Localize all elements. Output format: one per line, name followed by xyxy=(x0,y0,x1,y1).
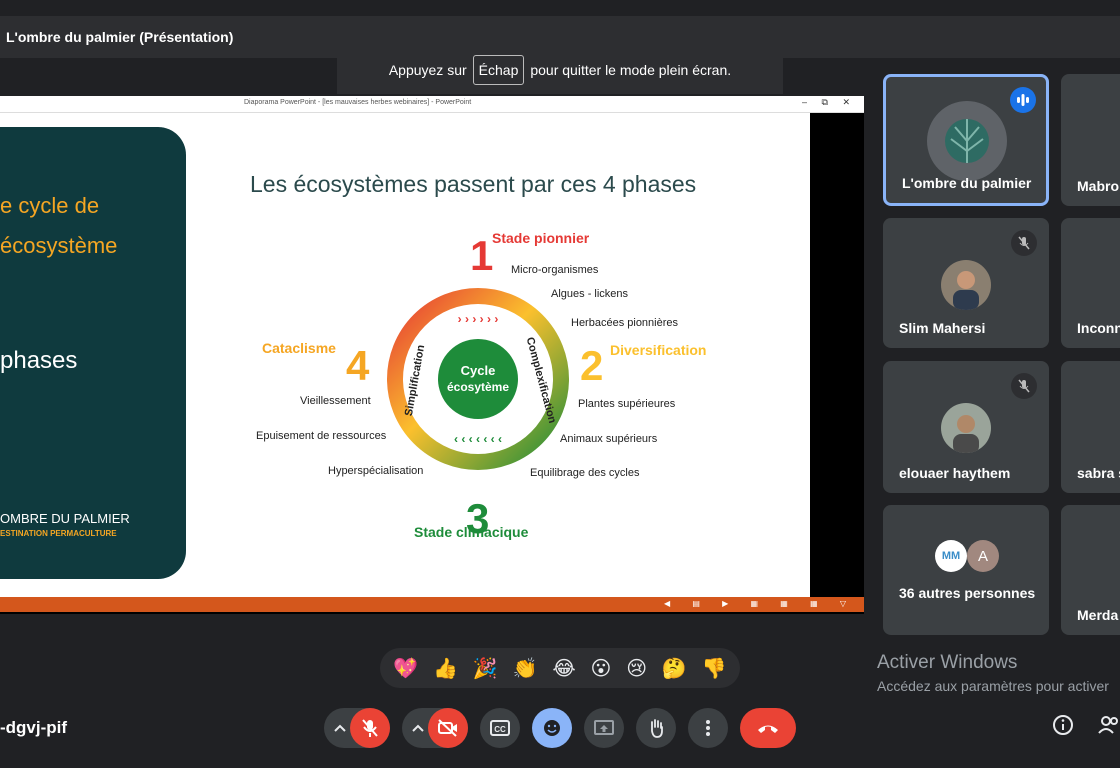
avatar-initial: A xyxy=(977,547,988,565)
speaking-icon xyxy=(1010,87,1036,113)
info-icon xyxy=(1053,715,1073,735)
captions-button[interactable]: CC xyxy=(480,708,520,748)
participant-tile[interactable]: Merda xyxy=(1061,505,1120,635)
phase4-number: 4 xyxy=(346,342,370,389)
more-vert-icon xyxy=(706,720,710,736)
participant-tile[interactable]: MM A 36 autres personnes xyxy=(883,505,1049,635)
watermark-title: Activer Windows xyxy=(877,652,1018,673)
participant-name: elouaer haythem xyxy=(899,465,1011,481)
phase4-item-2: Epuisement de ressources xyxy=(256,430,387,442)
reaction-thumbs-up[interactable]: 👍 xyxy=(433,656,458,681)
phase4-item-3: Hyperspécialisation xyxy=(328,465,423,477)
banner-text-after: pour quitter le mode plein écran. xyxy=(530,62,732,78)
svg-text:CC: CC xyxy=(494,725,506,734)
people-button[interactable] xyxy=(1098,714,1120,741)
participant-tile[interactable]: Slim Mahersi xyxy=(883,218,1049,348)
cycle-diagram: Cycle écosytème Simplification Complexif… xyxy=(256,230,706,542)
arrows-bottom: ‹ ‹ ‹ ‹ ‹ ‹ ‹ xyxy=(454,432,502,446)
participant-name: L'ombre du palmier xyxy=(902,175,1032,191)
participant-name: 36 autres personnes xyxy=(899,585,1036,601)
mic-off-icon xyxy=(1011,230,1037,256)
hang-up-icon xyxy=(758,725,778,733)
ppt-app-title: Diaporama PowerPoint - [les mauvaises he… xyxy=(244,99,472,106)
camera-toggle-button[interactable] xyxy=(428,708,468,748)
reaction-party[interactable]: 🎉 xyxy=(473,656,498,681)
reaction-heart[interactable]: 💖 xyxy=(393,656,418,681)
meeting-code: -dgvj-pif xyxy=(0,718,68,737)
palm-leaf-icon xyxy=(945,119,989,163)
avatar: A xyxy=(967,540,999,572)
raise-hand-button[interactable] xyxy=(636,708,676,748)
meeting-info-button[interactable] xyxy=(1052,714,1074,741)
escape-key-hint: Échap xyxy=(472,55,525,85)
phase2-number: 2 xyxy=(580,342,603,389)
phase4-label: Cataclisme xyxy=(262,340,336,356)
ppt-status-bar: ◀ ▤ ▶ ▦ ▦ ▦ ▽ xyxy=(0,597,864,612)
participant-name: sabra s xyxy=(1077,465,1120,481)
center-line-1: Cycle xyxy=(461,363,496,378)
presentation-title: L'ombre du palmier (Présentation) xyxy=(6,29,234,45)
emoji-icon xyxy=(544,720,560,736)
phase2-item-2: Animaux supérieurs xyxy=(560,433,658,445)
participant-tile[interactable]: sabra s xyxy=(1061,361,1120,493)
avatar-logo-text: MM xyxy=(941,550,961,562)
participant-name: Merda xyxy=(1077,607,1119,623)
reaction-laugh[interactable]: 😂 xyxy=(552,656,575,681)
participant-tile[interactable]: Inconn xyxy=(1061,218,1120,348)
leave-call-button[interactable] xyxy=(740,708,796,748)
camera-options-chevron-icon[interactable] xyxy=(412,721,424,735)
participant-name: Inconn xyxy=(1077,320,1120,336)
phase1-number: 1 xyxy=(470,232,493,279)
avatar xyxy=(927,101,1007,181)
mic-toggle-button[interactable] xyxy=(350,708,390,748)
present-button[interactable] xyxy=(584,708,624,748)
people-icon xyxy=(1098,716,1118,734)
participant-tile[interactable]: L'ombre du palmier xyxy=(883,74,1049,206)
phase1-item-1: Micro-organismes xyxy=(511,264,599,276)
hand-icon xyxy=(651,719,663,738)
reaction-thumbs-down[interactable]: 👎 xyxy=(702,656,727,681)
ppt-status-icons[interactable]: ◀ ▤ ▶ ▦ ▦ ▦ ▽ xyxy=(664,599,856,608)
avatar xyxy=(941,260,991,310)
phase2-item-3: Equilibrage des cycles xyxy=(530,467,640,479)
mic-off-icon xyxy=(362,719,378,737)
reaction-surprised[interactable]: 😮 xyxy=(591,656,612,681)
mic-off-icon xyxy=(1011,373,1037,399)
reaction-clap[interactable]: 👏 xyxy=(513,656,538,681)
phase4-item-1: Vieillessement xyxy=(300,395,371,407)
center-line-2: écosytème xyxy=(447,380,509,394)
watermark-subtitle: Accédez aux paramètres pour activer xyxy=(877,678,1109,694)
phase1-label: Stade pionnier xyxy=(492,230,590,246)
ppt-window-controls: – ⧉ ✕ xyxy=(802,97,856,107)
banner-text-before: Appuyez sur xyxy=(388,62,467,78)
avatar xyxy=(941,403,991,453)
fullscreen-banner: Appuyez sur Échap pour quitter le mode p… xyxy=(337,46,783,94)
shared-screen: Diaporama PowerPoint - [les mauvaises he… xyxy=(0,96,864,614)
phase2-label: Diversification xyxy=(610,342,706,358)
participant-tile[interactable]: elouaer haythem xyxy=(883,361,1049,493)
windows-activation-watermark: Activer Windows Accédez aux paramètres p… xyxy=(877,652,1109,694)
reactions-bar: 💖 👍 🎉 👏 😂 😮 😢 🤔 👎 xyxy=(380,648,740,688)
cycle-center xyxy=(438,339,518,419)
slide: e cycle de écosystème phases OMBRE DU PA… xyxy=(0,113,810,597)
ppt-titlebar: Diaporama PowerPoint - [les mauvaises he… xyxy=(0,96,864,113)
top-strip xyxy=(0,0,1120,16)
participant-tile[interactable]: Mabro xyxy=(1061,74,1120,206)
camera-off-icon xyxy=(438,719,457,737)
phase3-label: Stade climacique xyxy=(414,524,529,540)
phase1-item-2: Algues - lickens xyxy=(551,288,629,300)
phase1-item-3: Herbacées pionnières xyxy=(571,317,679,329)
reaction-thinking[interactable]: 🤔 xyxy=(662,656,687,681)
more-options-button[interactable] xyxy=(688,708,728,748)
reactions-button[interactable] xyxy=(532,708,572,748)
mic-options-chevron-icon[interactable] xyxy=(334,721,346,735)
present-screen-icon xyxy=(594,720,614,735)
participant-name: Mabro xyxy=(1077,178,1119,194)
arrows-top: › › › › › › xyxy=(458,312,499,326)
avatar-logo: MM xyxy=(935,540,967,572)
participant-name: Slim Mahersi xyxy=(899,320,986,336)
captions-icon: CC xyxy=(490,720,510,736)
phase2-item-1: Plantes supérieures xyxy=(578,398,676,410)
reaction-sad[interactable]: 😢 xyxy=(626,656,647,681)
